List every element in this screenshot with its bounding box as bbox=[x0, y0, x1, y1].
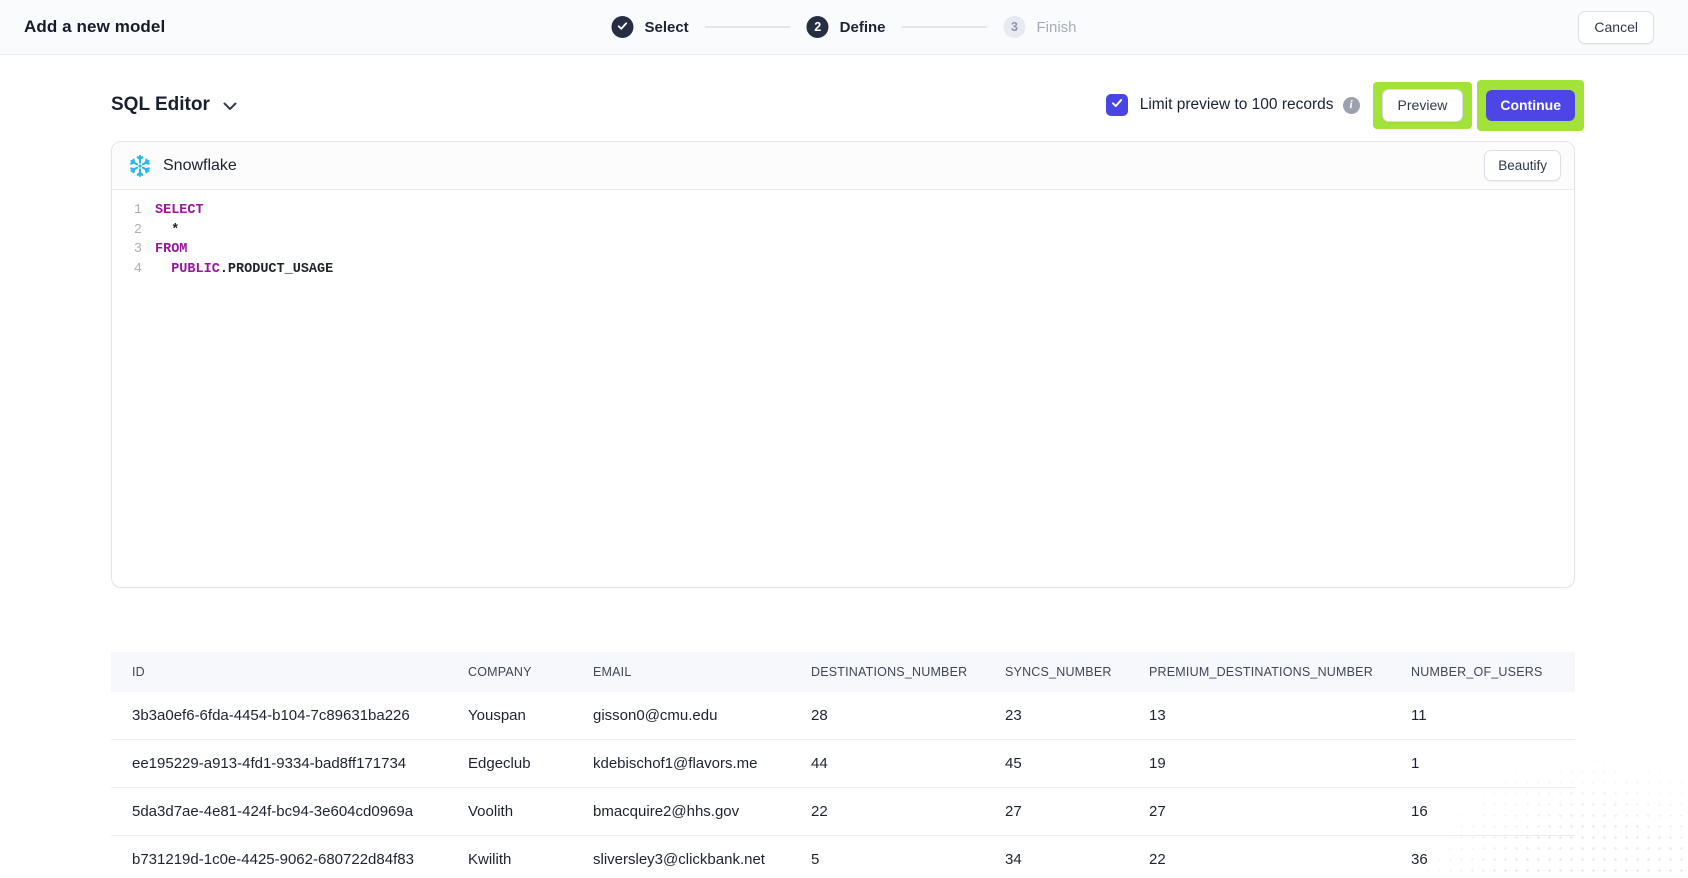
cell-syncs-number: 23 bbox=[984, 707, 1128, 724]
source-header: Snowflake Beautify bbox=[112, 142, 1574, 190]
editor-toolbar: SQL Editor Limit preview to 100 records … bbox=[111, 80, 1575, 130]
sql-code-editor[interactable]: 1 SELECT 2 * 3 FROM 4 PUBLIC.PRODUCT_USA… bbox=[112, 190, 1574, 279]
step-connector bbox=[705, 26, 791, 28]
cell-syncs-number: 27 bbox=[984, 803, 1128, 820]
sql-keyword: PUBLIC bbox=[155, 262, 220, 277]
code-line: 4 PUBLIC.PRODUCT_USAGE bbox=[112, 260, 1574, 280]
editor-mode-label: SQL Editor bbox=[111, 94, 210, 116]
step-define-circle: 2 bbox=[807, 16, 829, 38]
cell-destinations-number: 22 bbox=[790, 803, 984, 820]
editor-mode-dropdown[interactable]: SQL Editor bbox=[111, 94, 237, 116]
preview-button[interactable]: Preview bbox=[1382, 89, 1464, 122]
cell-company: Voolith bbox=[447, 803, 572, 820]
column-header-id: ID bbox=[111, 665, 447, 679]
cell-email: kdebischof1@flavors.me bbox=[572, 755, 790, 772]
beautify-button[interactable]: Beautify bbox=[1484, 150, 1561, 181]
step-finish-label: Finish bbox=[1037, 19, 1077, 36]
top-bar: Add a new model Select 2 Define 3 Finish… bbox=[0, 0, 1688, 55]
cell-syncs-number: 45 bbox=[984, 755, 1128, 772]
cell-premium-destinations-number: 19 bbox=[1128, 755, 1390, 772]
step-define[interactable]: 2 Define bbox=[807, 16, 886, 38]
page-title: Add a new model bbox=[24, 17, 165, 37]
cell-id: 3b3a0ef6-6fda-4454-b104-7c89631ba226 bbox=[111, 707, 447, 724]
step-finish-circle: 3 bbox=[1004, 16, 1026, 38]
line-number: 4 bbox=[112, 260, 142, 280]
cell-destinations-number: 28 bbox=[790, 707, 984, 724]
column-header-syncs-number: SYNCS_NUMBER bbox=[984, 665, 1128, 679]
info-icon[interactable]: i bbox=[1343, 97, 1360, 114]
step-define-label: Define bbox=[840, 19, 886, 36]
sql-editor-panel: Snowflake Beautify 1 SELECT 2 * 3 FROM 4… bbox=[111, 141, 1575, 588]
code-line: 3 FROM bbox=[112, 240, 1574, 260]
step-select-label: Select bbox=[644, 19, 688, 36]
continue-highlight-annotation: Continue bbox=[1477, 80, 1584, 131]
table-header-row: ID COMPANY EMAIL DESTINATIONS_NUMBER SYN… bbox=[111, 652, 1575, 692]
column-header-company: COMPANY bbox=[447, 665, 572, 679]
cell-id: b731219d-1c0e-4425-9062-680722d84f83 bbox=[111, 851, 447, 868]
check-icon bbox=[616, 20, 628, 35]
table-row[interactable]: b731219d-1c0e-4425-9062-680722d84f83 Kwi… bbox=[111, 836, 1575, 878]
column-header-number-of-users: NUMBER_OF_USERS bbox=[1390, 665, 1554, 679]
cell-company: Edgeclub bbox=[447, 755, 572, 772]
check-icon bbox=[1110, 96, 1124, 115]
line-number: 2 bbox=[112, 221, 142, 241]
cell-email: sliversley3@clickbank.net bbox=[572, 851, 790, 868]
cell-destinations-number: 5 bbox=[790, 851, 984, 868]
step-select-circle bbox=[611, 16, 633, 38]
wizard-stepper: Select 2 Define 3 Finish bbox=[611, 0, 1076, 54]
cell-company: Youspan bbox=[447, 707, 572, 724]
column-header-email: EMAIL bbox=[572, 665, 790, 679]
main-content: SQL Editor Limit preview to 100 records … bbox=[0, 80, 1688, 878]
cell-id: 5da3d7ae-4e81-424f-bc94-3e604cd0969a bbox=[111, 803, 447, 820]
cell-number-of-users: 36 bbox=[1390, 851, 1554, 868]
table-row[interactable]: 5da3d7ae-4e81-424f-bc94-3e604cd0969a Voo… bbox=[111, 788, 1575, 836]
sql-text: * bbox=[155, 223, 179, 238]
cell-destinations-number: 44 bbox=[790, 755, 984, 772]
line-number: 3 bbox=[112, 240, 142, 260]
column-header-premium-destinations-number: PREMIUM_DESTINATIONS_NUMBER bbox=[1128, 665, 1390, 679]
preview-results-table: ID COMPANY EMAIL DESTINATIONS_NUMBER SYN… bbox=[111, 652, 1575, 878]
continue-button[interactable]: Continue bbox=[1486, 90, 1575, 121]
source-name: Snowflake bbox=[163, 157, 237, 175]
limit-preview-label: Limit preview to 100 records bbox=[1140, 96, 1334, 114]
table-row[interactable]: 3b3a0ef6-6fda-4454-b104-7c89631ba226 You… bbox=[111, 692, 1575, 740]
sql-keyword: SELECT bbox=[155, 203, 204, 218]
toolbar-actions: Limit preview to 100 records i Preview C… bbox=[1106, 80, 1584, 131]
snowflake-logo-icon bbox=[127, 153, 153, 179]
step-connector bbox=[902, 26, 988, 28]
cell-number-of-users: 11 bbox=[1390, 707, 1554, 724]
preview-highlight-annotation: Preview bbox=[1373, 82, 1473, 129]
line-number: 1 bbox=[112, 201, 142, 221]
column-header-destinations-number: DESTINATIONS_NUMBER bbox=[790, 665, 984, 679]
sql-keyword: FROM bbox=[155, 242, 187, 257]
cell-syncs-number: 34 bbox=[984, 851, 1128, 868]
chevron-down-icon bbox=[223, 102, 237, 111]
cell-premium-destinations-number: 13 bbox=[1128, 707, 1390, 724]
cell-premium-destinations-number: 27 bbox=[1128, 803, 1390, 820]
table-row[interactable]: ee195229-a913-4fd1-9334-bad8ff171734 Edg… bbox=[111, 740, 1575, 788]
step-select[interactable]: Select bbox=[611, 16, 688, 38]
cell-premium-destinations-number: 22 bbox=[1128, 851, 1390, 868]
cell-number-of-users: 1 bbox=[1390, 755, 1554, 772]
cell-number-of-users: 16 bbox=[1390, 803, 1554, 820]
step-finish: 3 Finish bbox=[1004, 16, 1077, 38]
cell-id: ee195229-a913-4fd1-9334-bad8ff171734 bbox=[111, 755, 447, 772]
cell-email: bmacquire2@hhs.gov bbox=[572, 803, 790, 820]
code-line: 1 SELECT bbox=[112, 201, 1574, 221]
cancel-button[interactable]: Cancel bbox=[1578, 11, 1654, 44]
limit-preview-checkbox[interactable] bbox=[1106, 94, 1128, 116]
cell-company: Kwilith bbox=[447, 851, 572, 868]
cell-email: gisson0@cmu.edu bbox=[572, 707, 790, 724]
sql-text: .PRODUCT_USAGE bbox=[220, 262, 333, 277]
code-line: 2 * bbox=[112, 221, 1574, 241]
